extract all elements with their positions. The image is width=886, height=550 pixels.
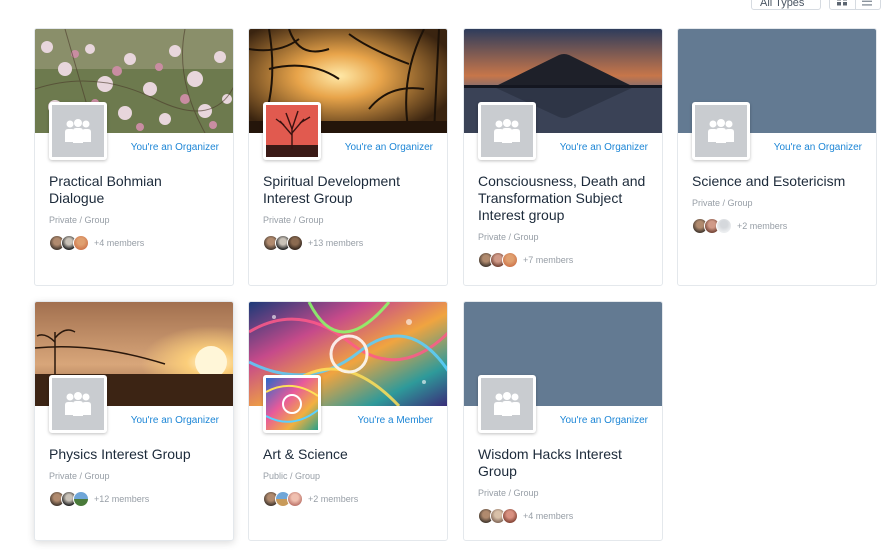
group-card[interactable]: You're an Organizer Practical Bohmian Di… [34,28,234,286]
list-icon [862,0,873,6]
grid-view-button[interactable] [830,0,855,9]
group-members[interactable]: +13 members [263,235,433,251]
member-avatar[interactable] [73,235,89,251]
group-placeholder-icon [63,118,93,144]
psychedelic-art-image [266,378,318,430]
group-privacy: Private / Group [49,215,110,225]
membership-role: You're an Organizer [130,142,219,153]
membership-role: You're a Member [357,415,433,426]
group-avatar [478,375,536,433]
member-count: +13 members [308,238,364,248]
group-card[interactable]: You're an Organizer Spiritual Developmen… [248,28,448,286]
group-privacy: Private / Group [478,232,539,242]
group-card[interactable]: You're an Organizer Physics Interest Gro… [34,301,234,541]
group-title[interactable]: Wisdom Hacks Interest Group [478,446,648,480]
group-title[interactable]: Art & Science [263,446,433,463]
group-card[interactable]: You're an Organizer Wisdom Hacks Interes… [463,301,663,541]
member-avatar[interactable] [73,491,89,507]
member-count: +4 members [523,511,574,521]
membership-role: You're an Organizer [773,142,862,153]
group-title[interactable]: Physics Interest Group [49,446,219,463]
group-title[interactable]: Spiritual Development Interest Group [263,173,433,207]
group-card[interactable]: You're a Member Art & Science Public / G… [248,301,448,541]
group-members[interactable]: +2 members [692,218,862,234]
member-avatar[interactable] [502,252,518,268]
grid-icon [836,0,848,6]
group-title[interactable]: Practical Bohmian Dialogue [49,173,219,207]
group-members[interactable]: +7 members [478,252,648,268]
group-placeholder-icon [63,391,93,417]
group-type-filter[interactable]: All Types [751,0,821,10]
group-members[interactable]: +12 members [49,491,219,507]
group-card[interactable]: You're an Organizer Science and Esoteric… [677,28,877,286]
member-avatar[interactable] [502,508,518,524]
group-avatar [49,375,107,433]
group-avatar [49,102,107,160]
red-tree-image [266,105,318,157]
group-privacy: Private / Group [263,215,324,225]
group-title[interactable]: Consciousness, Death and Transformation … [478,173,648,224]
member-count: +12 members [94,494,150,504]
group-card[interactable]: You're an Organizer Consciousness, Death… [463,28,663,286]
group-privacy: Private / Group [49,471,110,481]
list-view-button[interactable] [854,0,880,9]
group-privacy: Private / Group [478,488,539,498]
group-privacy: Private / Group [692,198,753,208]
membership-role: You're an Organizer [559,142,648,153]
member-avatar[interactable] [716,218,732,234]
group-placeholder-icon [492,118,522,144]
member-count: +2 members [308,494,359,504]
member-count: +7 members [523,255,574,265]
membership-role: You're an Organizer [344,142,433,153]
member-count: +4 members [94,238,145,248]
member-avatar[interactable] [287,491,303,507]
group-avatar [263,102,321,160]
member-count: +2 members [737,221,788,231]
membership-role: You're an Organizer [559,415,648,426]
group-placeholder-icon [492,391,522,417]
view-toggle [829,0,881,10]
group-members[interactable]: +2 members [263,491,433,507]
group-title[interactable]: Science and Esotericism [692,173,862,190]
group-members[interactable]: +4 members [478,508,648,524]
group-members[interactable]: +4 members [49,235,219,251]
membership-role: You're an Organizer [130,415,219,426]
group-privacy: Public / Group [263,471,321,481]
member-avatar[interactable] [287,235,303,251]
toolbar: All Types [0,0,886,16]
group-avatar [263,375,321,433]
group-avatar [478,102,536,160]
group-avatar [692,102,750,160]
group-placeholder-icon [706,118,736,144]
